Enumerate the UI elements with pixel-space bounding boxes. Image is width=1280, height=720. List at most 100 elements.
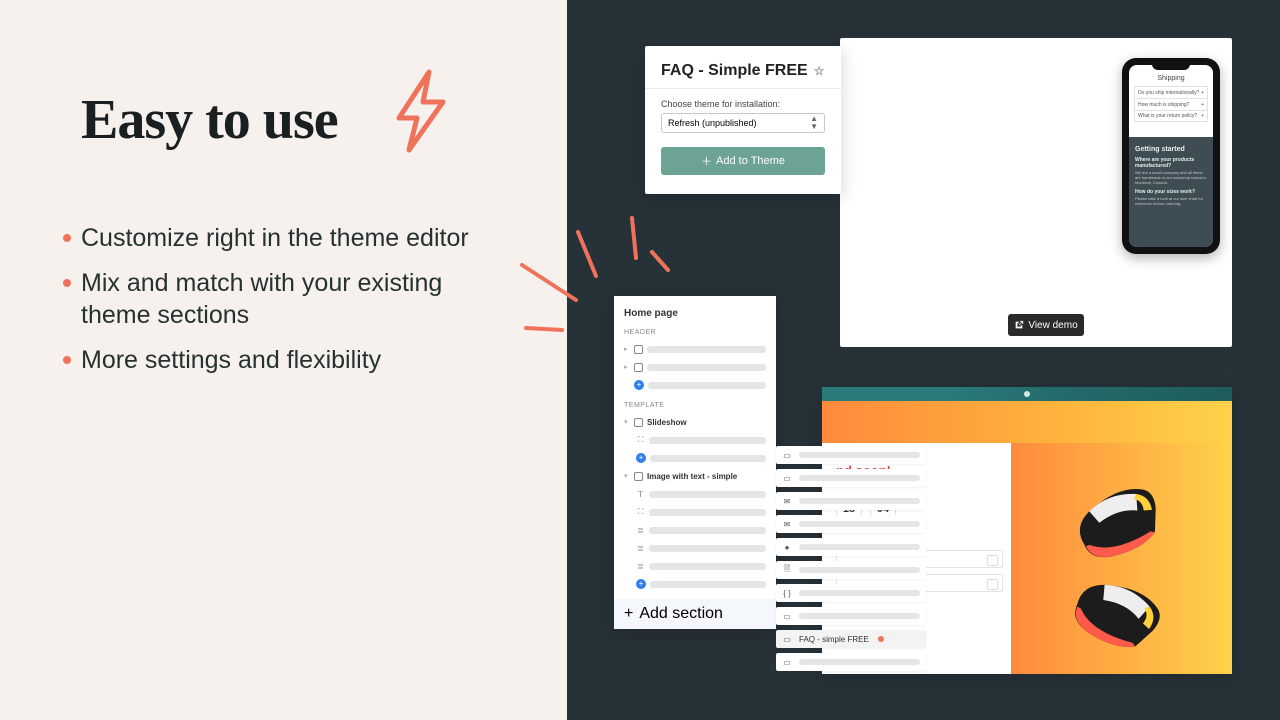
- section-row[interactable]: ▸: [624, 340, 766, 358]
- section-picker: ▭ ▭ ✉ ✉ ● 🗎 { } ▭ ▭ FAQ - simple FREE ▭: [776, 446, 926, 676]
- accordion-label: Do you ship internationally?: [1138, 90, 1199, 96]
- theme-select[interactable]: Refresh (unpublished) ▲▼: [661, 113, 825, 133]
- caret-icon: ▲▼: [810, 115, 818, 131]
- chevron-right-icon: ▸: [624, 363, 630, 371]
- plus-icon: +: [1201, 90, 1204, 96]
- plus-icon: ＋: [701, 153, 712, 169]
- accordion-item[interactable]: Do you ship internationally?+: [1134, 86, 1208, 98]
- slide: Easy to use Customize right in the theme…: [0, 0, 1280, 720]
- section-option-label: FAQ - simple FREE: [799, 635, 869, 644]
- theme-select-value: Refresh (unpublished): [668, 118, 757, 128]
- section-label: Image with text - simple: [647, 472, 737, 481]
- divider: [645, 88, 841, 89]
- image-icon: [634, 472, 643, 481]
- section-option[interactable]: ▭: [776, 446, 926, 464]
- section-option[interactable]: 🗎: [776, 561, 926, 579]
- block-row[interactable]: ⛶: [624, 503, 766, 521]
- add-block-row[interactable]: +: [624, 449, 766, 467]
- plus-icon: +: [1201, 102, 1204, 108]
- plus-circle-icon: +: [634, 380, 644, 390]
- install-title-text: FAQ - Simple FREE: [661, 62, 808, 80]
- product-image: [1011, 443, 1232, 674]
- plus-circle-icon: +: [636, 453, 646, 463]
- theme-editor-panel: Home page HEADER ▸ ▸ + TEMPLATE ▾ Slidesh…: [614, 296, 776, 629]
- layout-icon: ▭: [782, 657, 792, 667]
- bullet-list: Customize right in the theme editor Mix …: [81, 222, 511, 388]
- text-icon: T: [636, 490, 645, 499]
- headline: Easy to use: [81, 88, 338, 152]
- accordion-label: How much is shipping?: [1138, 102, 1189, 108]
- accordion-label: What is your return policy?: [1138, 113, 1197, 119]
- choose-theme-label: Choose theme for installation:: [661, 99, 825, 109]
- add-to-theme-button[interactable]: ＋ Add to Theme: [661, 147, 825, 175]
- avatar-icon: [1024, 391, 1030, 397]
- view-demo-label: View demo: [1028, 320, 1077, 331]
- add-to-theme-label: Add to Theme: [716, 155, 785, 167]
- layout-icon: ▭: [782, 473, 792, 483]
- crop-icon: ⛶: [636, 435, 645, 445]
- section-row-slideshow[interactable]: ▾ Slideshow: [624, 413, 766, 431]
- block-row[interactable]: ≣: [624, 557, 766, 575]
- section-option[interactable]: ●: [776, 538, 926, 556]
- star-icon[interactable]: ☆: [814, 64, 825, 78]
- block-row[interactable]: ≣: [624, 539, 766, 557]
- section-row[interactable]: ▸: [624, 358, 766, 376]
- bullet-item: More settings and flexibility: [81, 344, 511, 377]
- bolt-icon: [385, 66, 455, 161]
- section-option[interactable]: { }: [776, 584, 926, 602]
- add-block-row[interactable]: +: [624, 376, 766, 394]
- block-row[interactable]: ≣: [624, 521, 766, 539]
- faq-question: Where are your products manufactured?: [1135, 157, 1207, 169]
- section-option[interactable]: ✉: [776, 492, 926, 510]
- section-label: Slideshow: [647, 418, 687, 427]
- chevron-down-icon: ▾: [624, 472, 630, 480]
- view-demo-button[interactable]: View demo: [1008, 314, 1084, 336]
- faq-group-title: Getting started: [1135, 146, 1207, 153]
- plus-circle-icon: +: [636, 579, 646, 589]
- image-icon: [634, 418, 643, 427]
- phone-mockup: Shipping Do you ship internationally?+ H…: [1122, 58, 1220, 254]
- install-card: FAQ - Simple FREE ☆ Choose theme for ins…: [645, 46, 841, 194]
- crop-icon: ⛶: [636, 507, 645, 517]
- document-icon: 🗎: [782, 565, 792, 575]
- editor-heading-template: TEMPLATE: [624, 402, 766, 409]
- code-icon: { }: [782, 588, 792, 598]
- layout-icon: ▭: [782, 634, 792, 644]
- mail-icon: ✉: [782, 496, 792, 506]
- faq-question: How do your sizes work?: [1135, 189, 1207, 195]
- editor-title: Home page: [624, 308, 766, 319]
- store-hero: [822, 401, 1232, 443]
- faq-answer: We are a small company and all items are…: [1135, 170, 1207, 185]
- play-icon: ●: [782, 542, 792, 552]
- bullet-item: Mix and match with your existing theme s…: [81, 267, 511, 332]
- external-link-icon: [1014, 320, 1024, 330]
- editor-heading-header: HEADER: [624, 329, 766, 336]
- section-option[interactable]: ▭: [776, 653, 926, 671]
- bullet-item: Customize right in the theme editor: [81, 222, 511, 255]
- block-row[interactable]: T: [624, 485, 766, 503]
- store-nav: [822, 387, 1232, 401]
- add-block-row[interactable]: +: [624, 575, 766, 593]
- faq-answer: Please take a look at our size chart for…: [1135, 196, 1207, 206]
- layout-icon: ▭: [782, 450, 792, 460]
- add-section-button[interactable]: + Add section: [614, 599, 776, 629]
- accordion-item[interactable]: What is your return policy? +: [1134, 110, 1208, 122]
- section-option[interactable]: ✉: [776, 515, 926, 533]
- section-option-faq[interactable]: ▭ FAQ - simple FREE: [776, 630, 926, 648]
- paragraph-icon: ≣: [636, 526, 645, 535]
- plus-icon: +: [1201, 113, 1204, 119]
- chevron-down-icon: ▾: [624, 418, 630, 426]
- section-option[interactable]: ▭: [776, 607, 926, 625]
- accordion-item[interactable]: How much is shipping? +: [1134, 98, 1208, 110]
- badge-dot-icon: [878, 636, 884, 642]
- chevron-right-icon: ▸: [624, 345, 630, 353]
- add-section-label: Add section: [639, 605, 723, 623]
- section-row-image-text[interactable]: ▾ Image with text - simple: [624, 467, 766, 485]
- section-icon: [634, 363, 643, 372]
- block-row[interactable]: ⛶: [624, 431, 766, 449]
- paragraph-icon: ≣: [636, 544, 645, 553]
- install-title: FAQ - Simple FREE ☆: [661, 62, 825, 80]
- mail-icon: ✉: [782, 519, 792, 529]
- left-pane: Easy to use Customize right in the theme…: [0, 0, 567, 720]
- section-option[interactable]: ▭: [776, 469, 926, 487]
